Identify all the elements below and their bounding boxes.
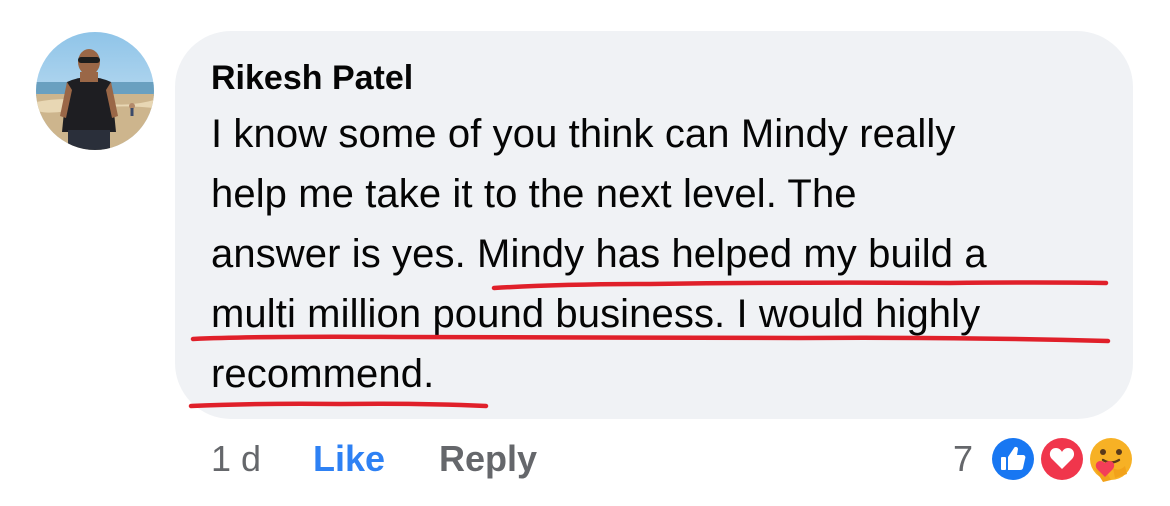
comment-text-line: I know some of you think can Mindy reall… <box>211 112 956 156</box>
like-button[interactable]: Like <box>313 437 385 481</box>
comment-text-line: multi million pound business. I would hi… <box>211 292 981 336</box>
reaction-count[interactable]: 7 <box>953 437 973 481</box>
comment-text-line: help me take it to the next level. The <box>211 172 857 216</box>
comment-text-line: recommend. <box>211 352 435 396</box>
author-name[interactable]: Rikesh Patel <box>211 58 413 98</box>
comment-actions: 1 d Like Reply 7 <box>0 435 1170 485</box>
timestamp[interactable]: 1 d <box>211 437 261 481</box>
care-icon <box>1087 435 1135 483</box>
comment: Rikesh Patel I know some of you think ca… <box>0 0 1170 506</box>
profile-photo <box>36 32 154 150</box>
like-icon <box>989 435 1037 483</box>
reply-button[interactable]: Reply <box>439 437 537 481</box>
avatar[interactable] <box>36 32 154 150</box>
love-icon <box>1038 435 1086 483</box>
comment-text-line: answer is yes. Mindy has helped my build… <box>211 232 987 276</box>
reactions-summary[interactable] <box>985 432 1145 488</box>
